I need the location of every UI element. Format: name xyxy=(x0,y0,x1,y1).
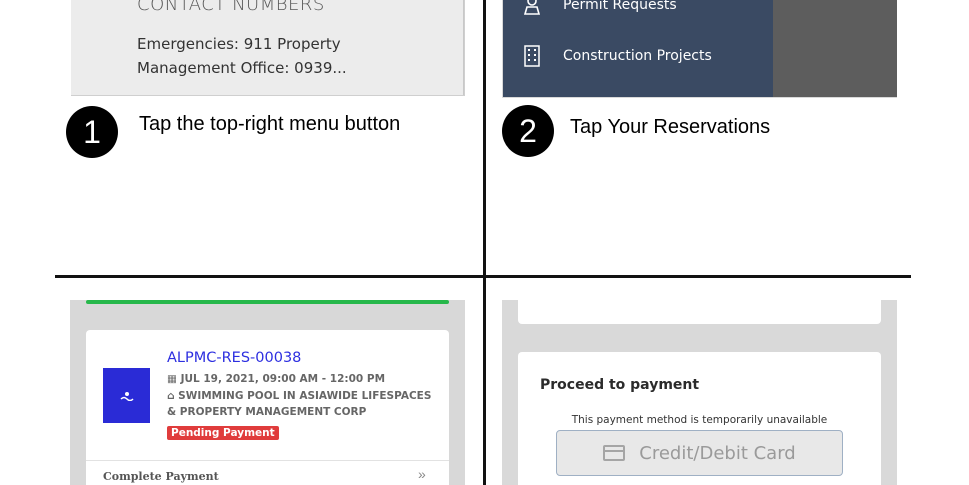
screenshot-panel-4: Proceed to payment This payment method i… xyxy=(502,300,897,485)
payment-card: Proceed to payment This payment method i… xyxy=(518,352,881,485)
status-progress-bar xyxy=(86,300,449,304)
reservation-venue-line2: & PROPERTY MANAGEMENT CORP xyxy=(167,406,367,418)
card-divider xyxy=(86,460,449,461)
credit-card-icon xyxy=(603,445,626,461)
calendar-icon: ▦ xyxy=(167,373,181,385)
payment-unavailable-note: This payment method is temporarily unava… xyxy=(571,414,828,426)
step-1-badge: 1 xyxy=(66,106,118,158)
side-menu: Permit Requests Construction Projects xyxy=(503,0,773,97)
credit-debit-card-label: Credit/Debit Card xyxy=(639,442,796,464)
vertical-divider xyxy=(483,0,486,485)
reservation-id-link[interactable]: ALPMC-RES-00038 xyxy=(167,350,301,366)
dim-overlay[interactable] xyxy=(773,0,897,97)
card-bottom-edge xyxy=(518,300,881,324)
screenshot-panel-1: CONTACT NUMBERS Emergencies: 911 Propert… xyxy=(71,0,465,96)
reservation-datetime: ▦ JUL 19, 2021, 09:00 AM - 12:00 PM xyxy=(167,373,386,385)
status-badge: Pending Payment xyxy=(167,426,279,440)
credit-debit-card-button[interactable]: Credit/Debit Card xyxy=(556,430,843,476)
step-2-badge: 2 xyxy=(502,105,554,157)
screenshot-panel-2: Permit Requests Construction Projects xyxy=(502,0,897,98)
contact-heading: CONTACT NUMBERS xyxy=(137,0,325,15)
reservation-thumbnail xyxy=(103,368,150,423)
chevron-right-icon[interactable]: » xyxy=(418,466,426,482)
reservation-venue: ⌂ SWIMMING POOL IN ASIAWIDE LIFESPACES xyxy=(167,390,432,402)
menu-item-label: Permit Requests xyxy=(563,0,677,13)
complete-payment-link[interactable]: Complete Payment xyxy=(103,470,219,483)
menu-item-label: Construction Projects xyxy=(563,48,712,64)
menu-item-construction-projects[interactable]: Construction Projects xyxy=(521,45,712,67)
building-icon: ⌂ xyxy=(167,390,179,402)
step-1-text: Tap the top-right menu button xyxy=(139,113,401,135)
contact-card: CONTACT NUMBERS Emergencies: 911 Propert… xyxy=(71,0,464,95)
reservation-card[interactable]: ALPMC-RES-00038 ▦ JUL 19, 2021, 09:00 AM… xyxy=(86,330,449,485)
contact-body: Emergencies: 911 Property Management Off… xyxy=(137,35,347,77)
horizontal-divider xyxy=(55,275,911,278)
payment-title: Proceed to payment xyxy=(540,377,700,393)
screenshot-panel-3: ALPMC-RES-00038 ▦ JUL 19, 2021, 09:00 AM… xyxy=(70,300,465,485)
person-icon xyxy=(521,0,543,16)
step-2-text: Tap Your Reservations xyxy=(570,116,771,138)
menu-item-permit-requests[interactable]: Permit Requests xyxy=(521,0,677,16)
building-icon xyxy=(521,45,543,67)
